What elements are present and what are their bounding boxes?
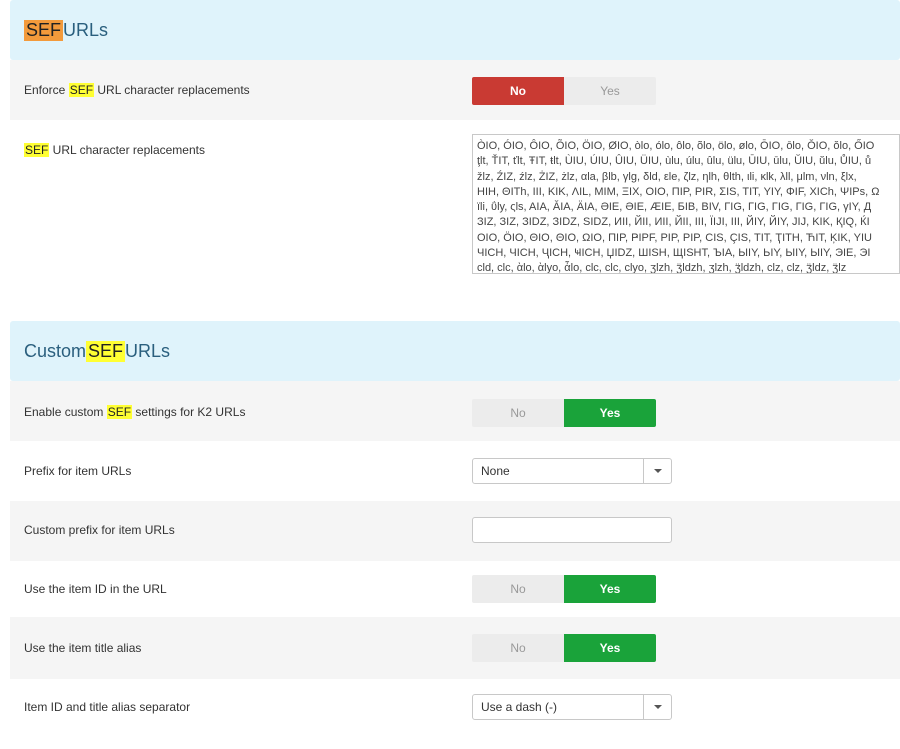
use-item-id-label: Use the item ID in the URL — [24, 582, 167, 596]
use-title-alias-toggle[interactable]: No Yes — [472, 634, 656, 662]
custom-sef-urls-header: Custom SEF URLs — [10, 321, 900, 381]
enforce-replacements-toggle[interactable]: No Yes — [472, 77, 656, 105]
replacements-row: SEF URL character replacements ÒIO, ÓIO,… — [10, 120, 900, 290]
select-value: Use a dash (-) — [481, 700, 558, 714]
toggle-no-option[interactable]: No — [472, 634, 564, 662]
toggle-no-option[interactable]: No — [472, 575, 564, 603]
separator-label: Item ID and title alias separator — [24, 700, 191, 714]
toggle-yes-option[interactable]: Yes — [564, 399, 656, 427]
sef-highlight: SEF — [106, 405, 133, 419]
use-item-id-row: Use the item ID in the URL No Yes — [10, 561, 900, 617]
label-text: URL character replacements — [94, 83, 250, 97]
replacements-textarea[interactable]: ÒIO, ÓIO, ÔIO, ÕIO, ÖIO, ØIO, òlo, ólo, … — [472, 134, 900, 274]
textarea-line: HIH, ΘITh, III, KIK, ΛIL, MIM, ΞIX, OIO,… — [477, 185, 880, 198]
enable-custom-toggle[interactable]: No Yes — [472, 399, 656, 427]
section-title: Custom — [24, 340, 87, 361]
textarea-line: žlz, ŹIZ, źlz, ŻIZ, żlz, αla, βlb, γlg, … — [477, 170, 857, 183]
custom-prefix-label: Custom prefix for item URLs — [24, 523, 175, 537]
item-prefix-row: Prefix for item URLs None — [10, 441, 900, 501]
sef-highlight: SEF — [24, 19, 64, 41]
enforce-replacements-label: Enforce SEF URL character replacements — [24, 83, 250, 97]
custom-prefix-row: Custom prefix for item URLs — [10, 501, 900, 561]
textarea-line: ţlt, ŤIT, ťlt, ŦIT, ŧlt, ÙIU, ÚIU, ÛIU, … — [477, 155, 872, 168]
chevron-down-icon[interactable] — [643, 695, 671, 719]
toggle-no-option[interactable]: No — [472, 77, 564, 105]
custom-prefix-input[interactable] — [472, 517, 672, 543]
select-value: None — [481, 464, 510, 478]
item-prefix-select[interactable]: None — [472, 458, 672, 484]
textarea-line: ЧICH, ЧICH, ҶICH, ҸICH, ЏIDZ, ШISH, ЩISH… — [477, 247, 871, 260]
textarea-line: OIO, ÖIO, ΘIO, ΘIO, ΩIO, ΠIP, ҎIPF, PIP,… — [477, 231, 872, 244]
chevron-down-icon[interactable] — [643, 459, 671, 483]
toggle-no-option[interactable]: No — [472, 399, 564, 427]
section-title: URLs — [125, 340, 171, 361]
label-text: Enforce — [24, 83, 69, 97]
textarea-line: ЗIZ, ЗIZ, ЗIDZ, ЗIDZ, SIDZ, ИII, ЙII, ИI… — [477, 216, 870, 229]
enable-custom-row: Enable custom SEF settings for K2 URLs N… — [10, 381, 900, 441]
label-text: URL character replacements — [49, 143, 205, 157]
textarea-line: ÒIO, ÓIO, ÔIO, ÕIO, ÖIO, ØIO, òlo, ólo, … — [477, 140, 875, 152]
toggle-yes-option[interactable]: Yes — [564, 634, 656, 662]
sef-highlight: SEF — [24, 143, 50, 157]
sef-highlight: SEF — [86, 340, 126, 362]
sef-highlight: SEF — [68, 83, 95, 97]
use-title-alias-label: Use the item title alias — [24, 641, 142, 655]
label-text: Enable custom — [24, 405, 107, 419]
section-title: URLs — [63, 19, 109, 40]
sef-urls-header: SEF URLs — [10, 0, 900, 60]
separator-row: Item ID and title alias separator Use a … — [10, 679, 900, 735]
textarea-line: ïli, ΰly, ςls, AIA, ĂIA, ÄIA, ƏIE, ƏIE, … — [477, 201, 872, 214]
label-text: settings for K2 URLs — [132, 405, 246, 419]
item-prefix-label: Prefix for item URLs — [24, 464, 132, 478]
use-title-alias-row: Use the item title alias No Yes — [10, 617, 900, 679]
separator-select[interactable]: Use a dash (-) — [472, 694, 672, 720]
toggle-yes-option[interactable]: Yes — [564, 77, 656, 105]
enforce-replacements-row: Enforce SEF URL character replacements N… — [10, 60, 900, 120]
enable-custom-label: Enable custom SEF settings for K2 URLs — [24, 405, 245, 419]
textarea-line: cld, clc, ὰlo, ὰlyo, ἆlo, clc, clc, clyo… — [477, 262, 847, 274]
use-item-id-toggle[interactable]: No Yes — [472, 575, 656, 603]
replacements-label: SEF URL character replacements — [24, 143, 205, 157]
toggle-yes-option[interactable]: Yes — [564, 575, 656, 603]
